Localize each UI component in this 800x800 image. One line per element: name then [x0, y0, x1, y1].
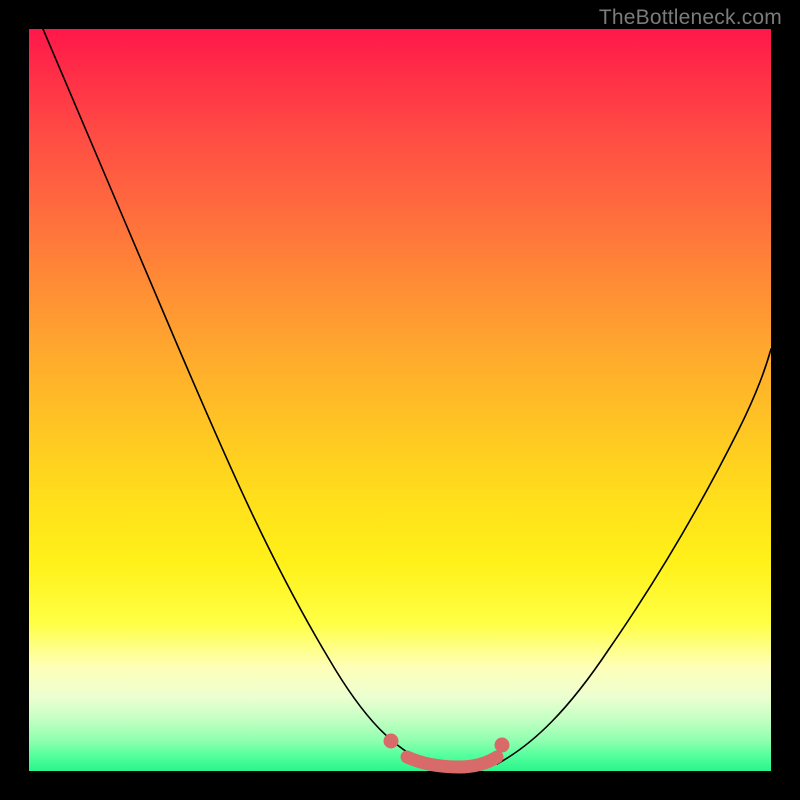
right-curve [497, 349, 771, 764]
chart-plot-area [29, 29, 771, 771]
outer-frame: TheBottleneck.com [0, 0, 800, 800]
chart-svg [29, 29, 771, 771]
highlight-bottom-segment [407, 757, 497, 767]
highlight-left-dot [384, 734, 399, 749]
left-curve [43, 29, 429, 764]
highlight-right-dot [495, 738, 510, 753]
watermark-text: TheBottleneck.com [599, 6, 782, 30]
